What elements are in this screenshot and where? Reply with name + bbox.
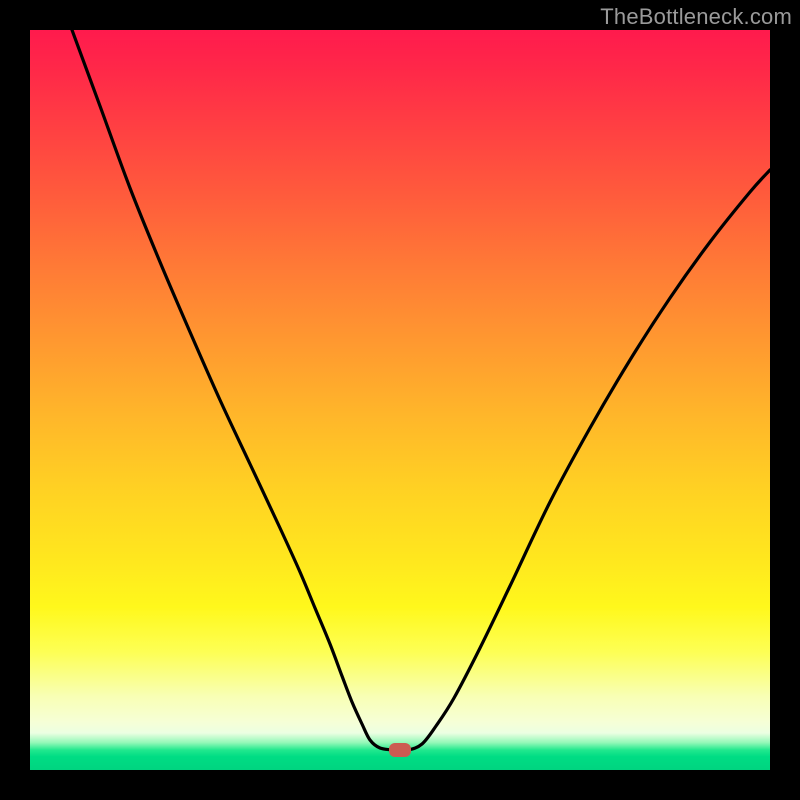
outer-frame: TheBottleneck.com bbox=[0, 0, 800, 800]
curve-layer bbox=[30, 30, 770, 770]
optimal-point-marker bbox=[389, 743, 411, 757]
plot-area bbox=[30, 30, 770, 770]
bottleneck-curve bbox=[72, 30, 770, 751]
watermark-text: TheBottleneck.com bbox=[600, 4, 792, 30]
